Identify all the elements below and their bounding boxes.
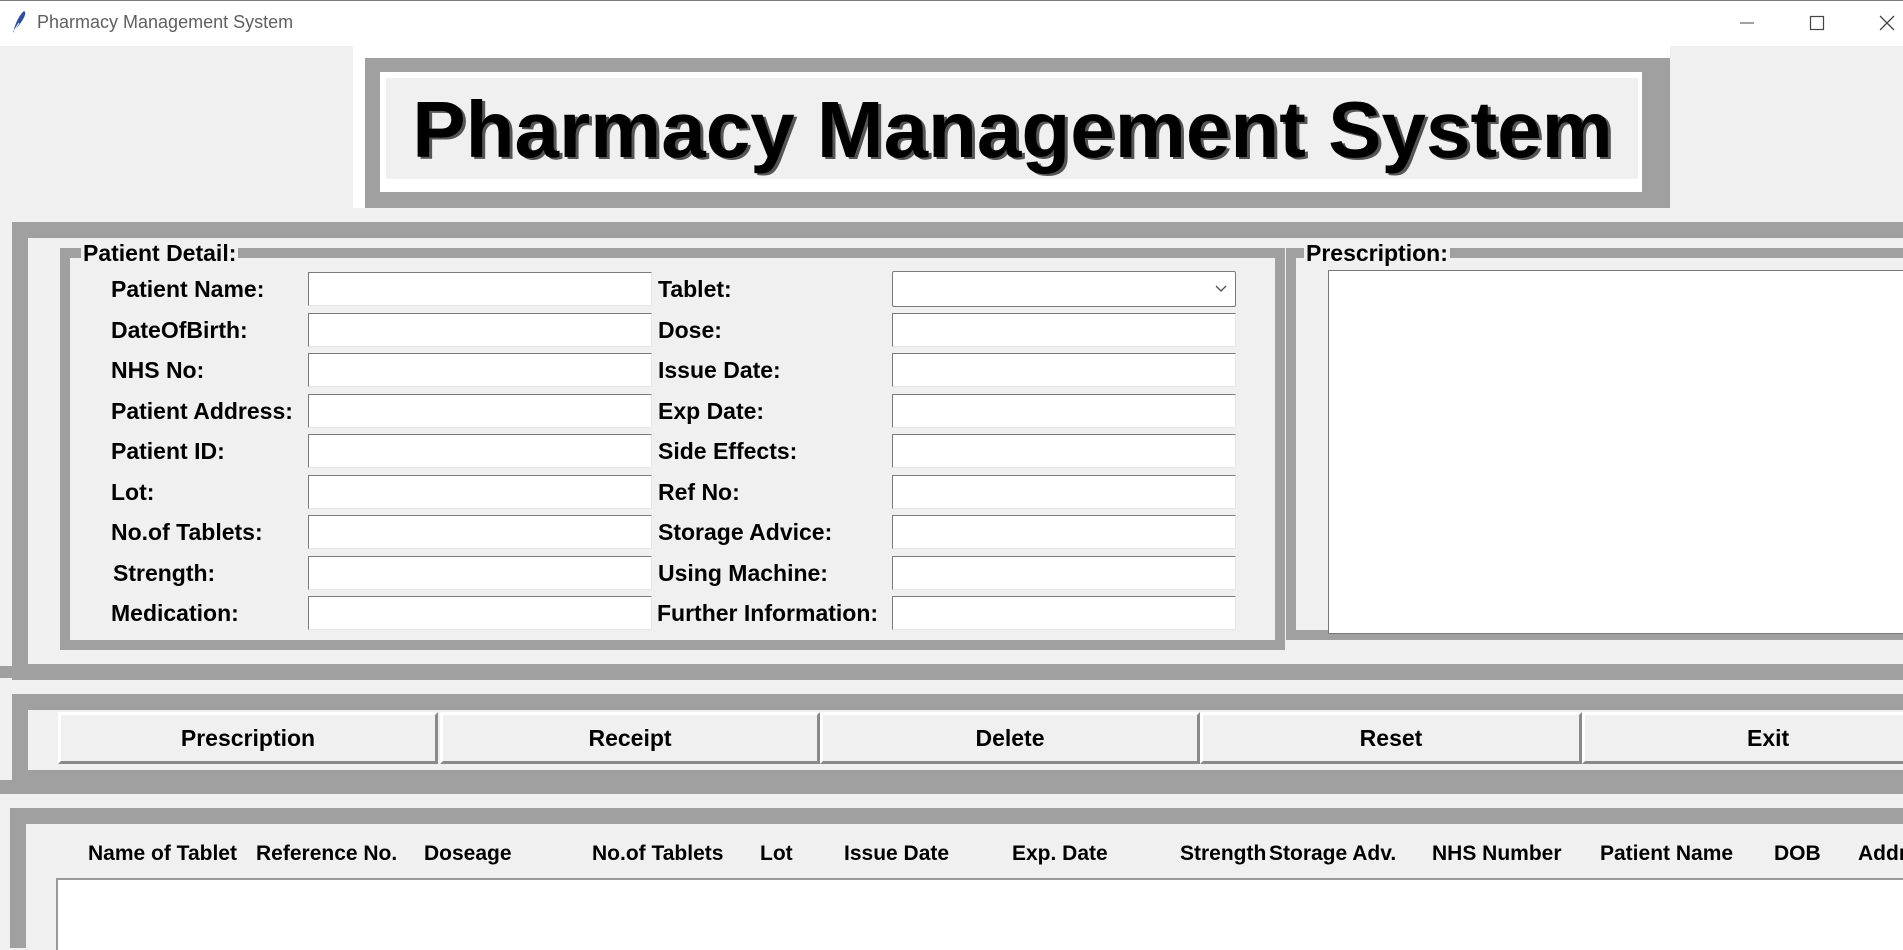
further-information-input[interactable] [892, 596, 1236, 630]
close-icon [1879, 15, 1895, 31]
data-frame-bottom-edge [0, 666, 1903, 678]
date-of-birth-label: DateOfBirth: [111, 317, 248, 343]
exp-date-input[interactable] [892, 394, 1236, 428]
storage-advice-label: Storage Advice: [658, 519, 833, 545]
side-effects-label: Side Effects: [658, 438, 798, 464]
issue-date-input[interactable] [892, 353, 1236, 387]
minimize-button[interactable] [1712, 0, 1782, 46]
using-machine-input[interactable] [892, 556, 1236, 590]
receipt-button[interactable]: Receipt [440, 712, 820, 764]
dose-label: Dose: [658, 317, 722, 343]
column-header-no-of-tablets[interactable]: No.of Tablets [592, 842, 723, 866]
patient-id-label: Patient ID: [111, 438, 225, 464]
no-of-tablets-label: No.of Tablets: [111, 519, 263, 545]
page-title: Pharmacy Management System [412, 85, 1613, 174]
dose-input[interactable] [892, 313, 1236, 347]
nhs-no-label: NHS No: [111, 357, 205, 383]
no-of-tablets-input[interactable] [308, 515, 652, 549]
column-header-lot[interactable]: Lot [760, 842, 793, 866]
using-machine-label: Using Machine: [658, 560, 828, 586]
patient-detail-label: Patient Detail: [81, 240, 239, 267]
strength-label: Strength: [113, 560, 216, 586]
medication-input[interactable] [308, 596, 652, 630]
prescription-button[interactable]: Prescription [58, 712, 438, 764]
side-effects-input[interactable] [892, 434, 1236, 468]
column-header-reference-no[interactable]: Reference No. [256, 842, 397, 866]
delete-button[interactable]: Delete [820, 712, 1200, 764]
patient-id-input[interactable] [308, 434, 652, 468]
column-header-nhs-number[interactable]: NHS Number [1432, 842, 1562, 866]
column-header-patient-name[interactable]: Patient Name [1600, 842, 1733, 866]
tablet-label: Tablet: [658, 276, 732, 302]
further-information-label: Further Information: [657, 600, 879, 626]
column-header-issue-date[interactable]: Issue Date [844, 842, 949, 866]
window-title: Pharmacy Management System [37, 12, 294, 32]
column-header-name-of-tablet[interactable]: Name of Tablet [88, 842, 237, 866]
column-header-strength[interactable]: Strength [1180, 842, 1266, 866]
patient-address-label: Patient Address: [111, 398, 293, 424]
prescription-textarea[interactable] [1328, 270, 1903, 634]
patient-name-input[interactable] [308, 272, 652, 306]
patient-name-label: Patient Name: [111, 276, 265, 302]
strength-input[interactable] [308, 556, 652, 590]
date-of-birth-input[interactable] [308, 313, 652, 347]
exit-button[interactable]: Exit [1582, 712, 1903, 764]
ref-no-label: Ref No: [658, 479, 740, 505]
exp-date-label: Exp Date: [658, 398, 765, 424]
column-header-dob[interactable]: DOB [1774, 842, 1821, 866]
ref-no-input[interactable] [892, 475, 1236, 509]
button-frame-bottom-edge [0, 780, 1903, 794]
maximize-icon [1809, 15, 1825, 31]
lot-label: Lot: [111, 479, 155, 505]
prescription-label: Prescription: [1304, 240, 1450, 267]
chevron-down-icon [1215, 285, 1227, 292]
nhs-no-input[interactable] [308, 353, 652, 387]
column-header-addr[interactable]: Addr [1858, 842, 1903, 866]
patient-address-input[interactable] [308, 394, 652, 428]
lot-input[interactable] [308, 475, 652, 509]
minimize-icon [1740, 22, 1754, 24]
reset-button[interactable]: Reset [1200, 712, 1582, 764]
maximize-button[interactable] [1782, 0, 1852, 46]
close-button[interactable] [1852, 0, 1903, 46]
column-header-exp-date[interactable]: Exp. Date [1012, 842, 1108, 866]
feather-icon [10, 10, 30, 34]
storage-advice-input[interactable] [892, 515, 1236, 549]
medication-label: Medication: [111, 600, 239, 626]
column-header-doseage[interactable]: Doseage [424, 842, 512, 866]
tablet-combobox[interactable] [892, 271, 1236, 307]
column-header-storage-adv[interactable]: Storage Adv. [1269, 842, 1396, 866]
issue-date-label: Issue Date: [658, 357, 781, 383]
